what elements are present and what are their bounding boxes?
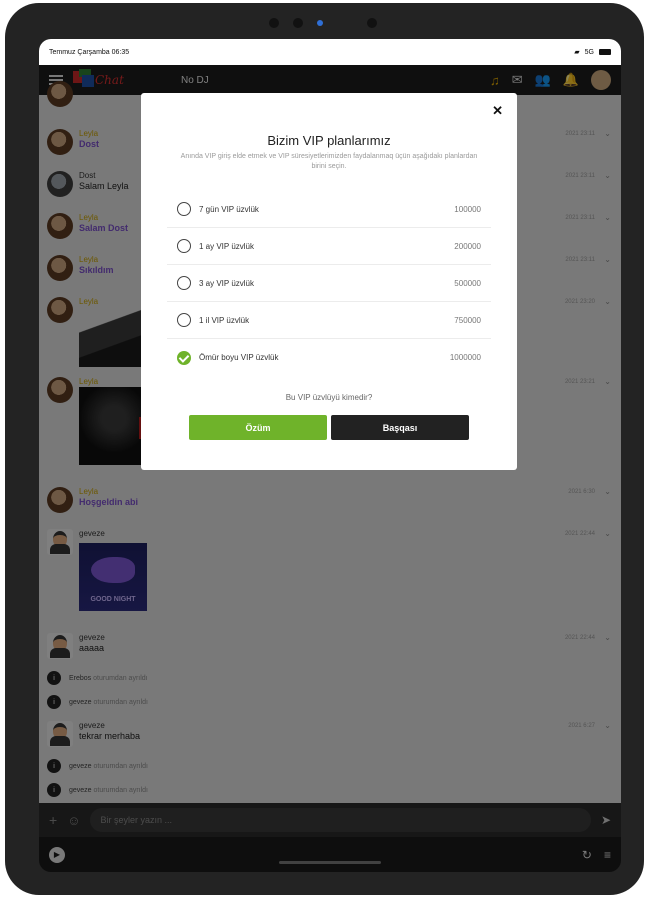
screen: Temmuz Çarşamba 06:35 ▰ 5G Chat No DJ ♫ …	[39, 39, 621, 872]
status-bar: Temmuz Çarşamba 06:35 ▰ 5G	[39, 39, 621, 65]
plan-price: 100000	[454, 204, 481, 214]
plan-option[interactable]: 1 il VIP üzvlük 750000	[167, 302, 491, 339]
plan-name: Ömür boyu VIP üzvlük	[199, 353, 279, 362]
sensor-dot	[293, 18, 303, 28]
tablet-frame: Temmuz Çarşamba 06:35 ▰ 5G Chat No DJ ♫ …	[5, 3, 644, 895]
wifi-icon: ▰	[574, 49, 580, 56]
plan-option[interactable]: Ömür boyu VIP üzvlük 1000000	[167, 339, 491, 376]
radio-button[interactable]	[177, 239, 191, 253]
plan-name: 1 il VIP üzvlük	[199, 315, 250, 325]
plan-price: 500000	[454, 278, 481, 288]
vip-plans-modal: ✕ Bizim VIP planlarımız Anında VIP giriş…	[141, 93, 517, 470]
status-datetime: Temmuz Çarşamba 06:35	[49, 48, 130, 56]
camera-dot	[269, 18, 279, 28]
plan-option[interactable]: 3 ay VIP üzvlük 500000	[167, 265, 491, 302]
radio-button[interactable]	[177, 202, 191, 216]
sensor-dot-2	[367, 18, 377, 28]
for-myself-button[interactable]: Özüm	[189, 415, 327, 440]
plan-price: 200000	[454, 241, 481, 251]
battery-icon	[599, 49, 611, 55]
modal-title: Bizim VIP planlarımız	[267, 133, 391, 148]
plan-price: 1000000	[449, 353, 481, 362]
radio-button[interactable]	[177, 313, 191, 327]
close-icon[interactable]: ✕	[492, 103, 503, 119]
camera-lens	[317, 20, 323, 26]
plan-option[interactable]: 7 gün VIP üzvlük 100000	[167, 191, 491, 228]
plan-option[interactable]: 1 ay VIP üzvlük 200000	[167, 228, 491, 265]
signal-label: 5G	[584, 48, 594, 56]
modal-description: Anında VIP giriş elde etmek ve VIP süres…	[180, 153, 478, 170]
for-someone-else-button[interactable]: Başqası	[331, 415, 469, 440]
plan-name: 1 ay VIP üzvlük	[199, 241, 254, 251]
plan-name: 7 gün VIP üzvlük	[199, 204, 259, 214]
radio-button[interactable]	[177, 276, 191, 290]
recipient-question: Bu VIP üzvlüyü kimedir?	[285, 393, 373, 402]
plan-name: 3 ay VIP üzvlük	[199, 278, 254, 288]
radio-button-checked[interactable]	[177, 350, 191, 365]
plan-price: 750000	[454, 315, 481, 325]
